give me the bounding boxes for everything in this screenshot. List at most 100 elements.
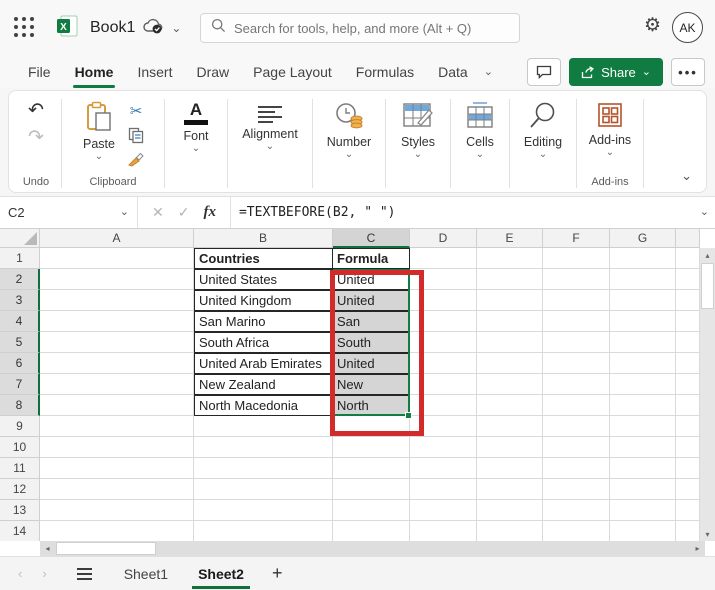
grid-cell-G7[interactable] bbox=[610, 374, 676, 395]
grid-cell-H9[interactable] bbox=[676, 416, 700, 437]
grid-cell-C3[interactable]: United bbox=[333, 290, 410, 311]
grid-cell-B7[interactable]: New Zealand bbox=[194, 374, 333, 395]
grid-cell-G6[interactable] bbox=[610, 353, 676, 374]
scroll-up-icon[interactable]: ▴ bbox=[700, 248, 715, 262]
grid-cell-G12[interactable] bbox=[610, 479, 676, 500]
row-header-4[interactable]: 4 bbox=[0, 311, 40, 332]
grid-cell-A4[interactable] bbox=[40, 311, 194, 332]
menu-overflow-chevron-icon[interactable]: ⌄ bbox=[484, 66, 493, 78]
grid-cell-G2[interactable] bbox=[610, 269, 676, 290]
redo-button[interactable]: ↷ bbox=[18, 124, 54, 151]
vertical-scrollbar[interactable]: ▴ ▾ bbox=[700, 248, 715, 541]
menu-tab-file[interactable]: File bbox=[16, 58, 63, 86]
grid-cell-F10[interactable] bbox=[543, 437, 610, 458]
grid-cell-H10[interactable] bbox=[676, 437, 700, 458]
cancel-entry-icon[interactable]: ✕ bbox=[152, 204, 164, 221]
grid-cell-E11[interactable] bbox=[477, 458, 543, 479]
grid-cell-H1[interactable] bbox=[676, 248, 700, 269]
grid-cell-H8[interactable] bbox=[676, 395, 700, 416]
addins-dropdown-button[interactable]: Add-ins ⌄ bbox=[583, 99, 637, 160]
grid-cell-H12[interactable] bbox=[676, 479, 700, 500]
grid-cell-C1[interactable]: Formula bbox=[333, 248, 410, 269]
all-sheets-menu-icon[interactable] bbox=[73, 564, 96, 584]
grid-cell-C5[interactable]: South bbox=[333, 332, 410, 353]
menu-tab-formulas[interactable]: Formulas bbox=[344, 58, 426, 86]
grid-cell-G3[interactable] bbox=[610, 290, 676, 311]
formula-input[interactable]: =TEXTBEFORE(B2, " ") bbox=[229, 197, 694, 228]
grid-cell-F4[interactable] bbox=[543, 311, 610, 332]
alignment-dropdown-button[interactable]: Alignment ⌄ bbox=[236, 99, 304, 154]
cut-button[interactable]: ✂ bbox=[123, 99, 149, 123]
confirm-entry-icon[interactable]: ✓ bbox=[178, 204, 190, 221]
grid-cell-E4[interactable] bbox=[477, 311, 543, 332]
grid-cell-H2[interactable] bbox=[676, 269, 700, 290]
save-status-icon[interactable] bbox=[143, 18, 163, 39]
grid-cell-A14[interactable] bbox=[40, 521, 194, 541]
search-box[interactable] bbox=[200, 13, 520, 43]
grid-cell-D4[interactable] bbox=[410, 311, 477, 332]
font-dropdown-button[interactable]: A Font ⌄ bbox=[177, 99, 214, 156]
grid-cell-E6[interactable] bbox=[477, 353, 543, 374]
insert-function-icon[interactable]: fx bbox=[203, 204, 216, 221]
grid-cell-F1[interactable] bbox=[543, 248, 610, 269]
grid-cell-F13[interactable] bbox=[543, 500, 610, 521]
grid-cell-D8[interactable] bbox=[410, 395, 477, 416]
grid-cell-B3[interactable]: United Kingdom bbox=[194, 290, 333, 311]
column-header-G[interactable]: G bbox=[610, 229, 676, 248]
undo-button[interactable]: ↶ bbox=[18, 97, 54, 124]
row-header-6[interactable]: 6 bbox=[0, 353, 40, 374]
search-input[interactable] bbox=[234, 20, 509, 36]
grid-cell-C13[interactable] bbox=[333, 500, 410, 521]
row-header-11[interactable]: 11 bbox=[0, 458, 40, 479]
grid-cell-E1[interactable] bbox=[477, 248, 543, 269]
grid-cell-A13[interactable] bbox=[40, 500, 194, 521]
column-header-B[interactable]: B bbox=[194, 229, 333, 248]
grid-cell-F9[interactable] bbox=[543, 416, 610, 437]
grid-cell-D12[interactable] bbox=[410, 479, 477, 500]
editing-dropdown-button[interactable]: Editing ⌄ bbox=[518, 99, 568, 162]
grid-cell-D14[interactable] bbox=[410, 521, 477, 541]
row-header-1[interactable]: 1 bbox=[0, 248, 40, 269]
grid-cell-D5[interactable] bbox=[410, 332, 477, 353]
grid-cell-D13[interactable] bbox=[410, 500, 477, 521]
grid-cell-B2[interactable]: United States bbox=[194, 269, 333, 290]
grid-cell-A3[interactable] bbox=[40, 290, 194, 311]
comments-button[interactable] bbox=[527, 58, 562, 86]
column-header-h[interactable] bbox=[676, 229, 700, 248]
ribbon-collapse-chevron-icon[interactable]: ⌄ bbox=[681, 168, 692, 184]
grid-cell-E7[interactable] bbox=[477, 374, 543, 395]
grid-cell-D1[interactable] bbox=[410, 248, 477, 269]
grid-cell-G10[interactable] bbox=[610, 437, 676, 458]
grid-cell-F8[interactable] bbox=[543, 395, 610, 416]
column-header-F[interactable]: F bbox=[543, 229, 610, 248]
grid-cell-E12[interactable] bbox=[477, 479, 543, 500]
grid-cell-A7[interactable] bbox=[40, 374, 194, 395]
add-sheet-button[interactable]: + bbox=[272, 563, 283, 584]
grid-cell-D10[interactable] bbox=[410, 437, 477, 458]
account-avatar[interactable]: AK bbox=[672, 12, 703, 43]
grid-cell-D11[interactable] bbox=[410, 458, 477, 479]
menu-tab-data[interactable]: Data bbox=[426, 58, 480, 86]
excel-logo-icon[interactable]: X bbox=[56, 15, 78, 42]
grid-cell-G11[interactable] bbox=[610, 458, 676, 479]
grid-cell-H11[interactable] bbox=[676, 458, 700, 479]
row-header-14[interactable]: 14 bbox=[0, 521, 40, 541]
menu-tab-draw[interactable]: Draw bbox=[184, 58, 241, 86]
scroll-right-icon[interactable]: ▸ bbox=[690, 541, 705, 556]
grid-cell-E8[interactable] bbox=[477, 395, 543, 416]
grid-cell-F6[interactable] bbox=[543, 353, 610, 374]
name-box[interactable]: C2 ⌄ bbox=[0, 197, 138, 228]
grid-cell-B13[interactable] bbox=[194, 500, 333, 521]
settings-gear-icon[interactable]: ⚙ bbox=[644, 16, 661, 35]
menu-tab-page-layout[interactable]: Page Layout bbox=[241, 58, 344, 86]
row-header-5[interactable]: 5 bbox=[0, 332, 40, 353]
grid-cell-B5[interactable]: South Africa bbox=[194, 332, 333, 353]
grid-cell-E3[interactable] bbox=[477, 290, 543, 311]
grid-cell-C12[interactable] bbox=[333, 479, 410, 500]
grid-cell-G9[interactable] bbox=[610, 416, 676, 437]
row-header-12[interactable]: 12 bbox=[0, 479, 40, 500]
grid-cell-E5[interactable] bbox=[477, 332, 543, 353]
cells-dropdown-button[interactable]: Cells ⌄ bbox=[459, 99, 501, 162]
sheet-tab-sheet2[interactable]: Sheet2 bbox=[192, 559, 250, 589]
grid-cell-F5[interactable] bbox=[543, 332, 610, 353]
